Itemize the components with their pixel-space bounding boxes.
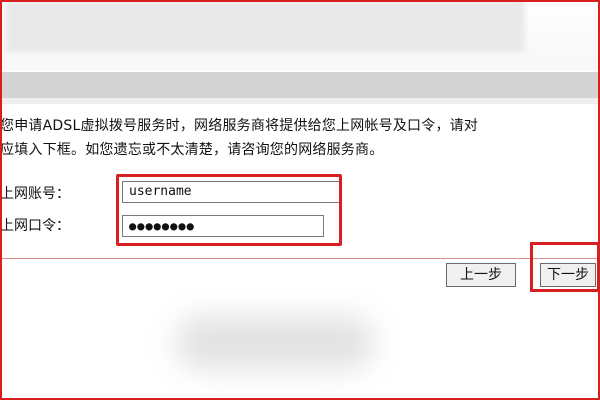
outer-highlight-frame [0, 0, 600, 400]
